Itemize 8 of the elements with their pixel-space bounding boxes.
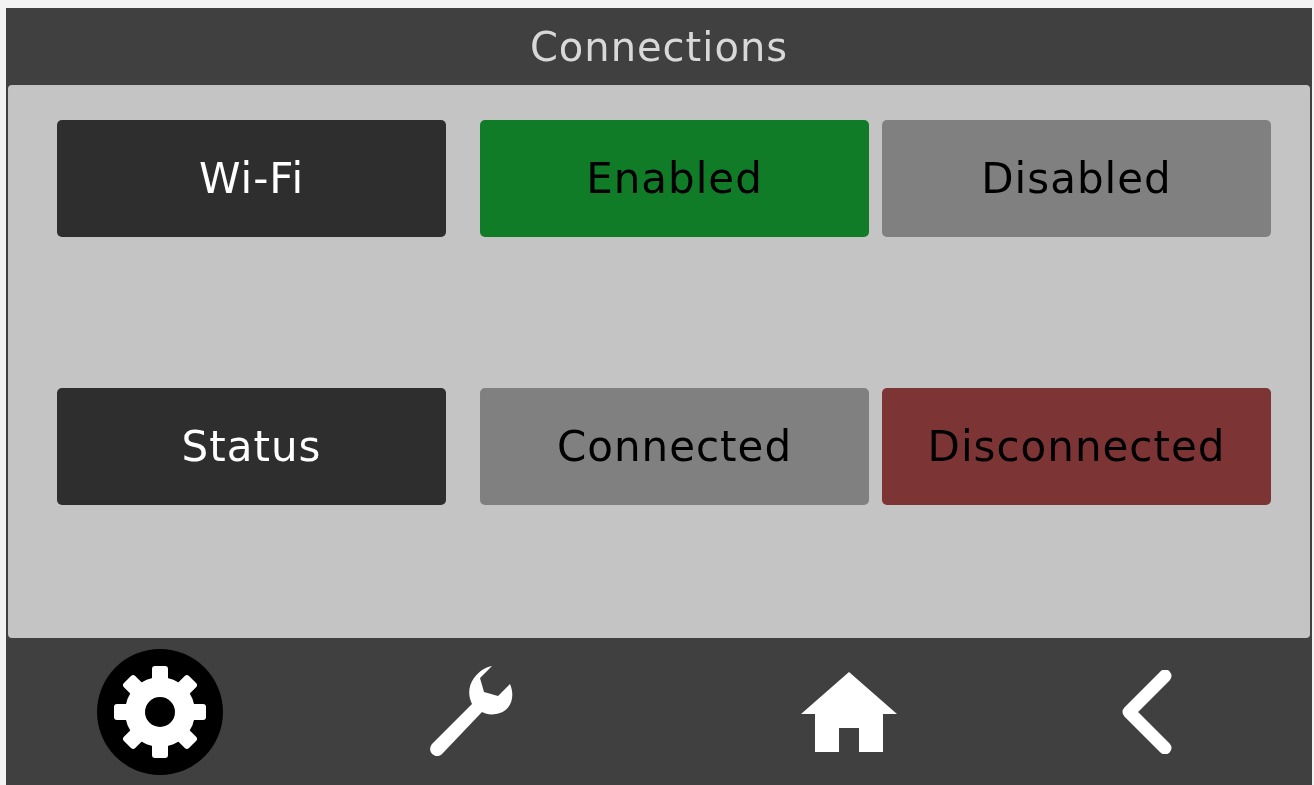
screen-title: Connections <box>529 23 789 70</box>
settings-icon[interactable] <box>96 647 224 776</box>
home-icon[interactable] <box>799 669 899 754</box>
option-button[interactable]: Disabled <box>882 120 1271 237</box>
option-button[interactable]: Enabled <box>480 120 869 237</box>
row-label: Status <box>57 388 446 505</box>
row-label: Wi-Fi <box>57 120 446 237</box>
option-button[interactable]: Connected <box>480 388 869 505</box>
